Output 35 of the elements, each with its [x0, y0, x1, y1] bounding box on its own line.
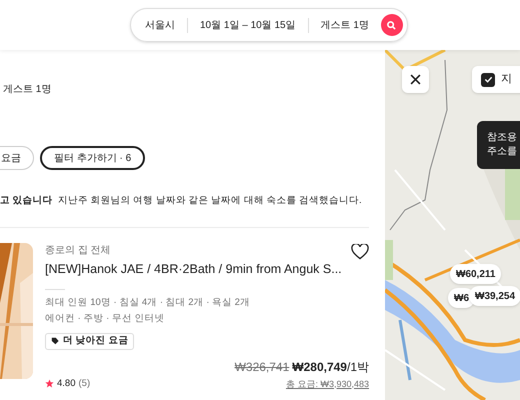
guests-field[interactable]: 게스트 1명 [308, 18, 381, 32]
badge-text: 더 낮아진 요금 [63, 334, 128, 348]
tag-icon [51, 337, 59, 345]
listing-type: 종로의 집 전체 [45, 244, 112, 258]
notice-text: 고 있습니다 지난주 회원님의 여행 날짜와 같은 날짜에 대해 숙소를 검색했습니다. [0, 194, 363, 208]
tooltip-text: 주소를 [487, 145, 518, 159]
checkbox[interactable] [481, 72, 495, 86]
per-night-text: /1박 [346, 358, 369, 376]
rating-text: 4.80 [57, 376, 76, 391]
filter-chip[interactable]: 필터 추가하기 · 6 [40, 146, 146, 170]
review-count: (5) [78, 376, 90, 391]
close-icon [410, 74, 421, 85]
toggle-label: 지 [501, 72, 512, 88]
heart-icon[interactable] [351, 244, 369, 260]
listing-title[interactable]: [NEW]Hanok JAE / 4BR·2Bath / 9min from Anguk S... [45, 260, 342, 279]
room-details: 최대 인원 10명 · 침실 4개 · 침대 2개 · 욕실 2개 [45, 296, 251, 310]
star-icon [45, 379, 54, 388]
dates-field[interactable]: 10월 1일 – 10월 15일 [188, 18, 309, 32]
check-icon [484, 75, 492, 84]
tooltip-text: 참조용 [487, 131, 518, 145]
map-panel[interactable]: 지 참조용 주소를 ₩60,211 ₩6 ₩39,254 [385, 50, 520, 400]
price-pin[interactable]: ₩39,254 [469, 286, 520, 306]
search-icon [387, 20, 396, 30]
original-price: ₩326,741 [234, 358, 290, 376]
amenities-text: 에어컨 · 주방 · 무선 인터넷 [45, 312, 166, 326]
total-price-link[interactable]: 총 요금: ₩3,930,483 [286, 378, 369, 391]
search-bar[interactable]: 서울시 10월 1일 – 10월 15일 게스트 1명 [130, 8, 408, 42]
filter-chip[interactable]: 요금 [0, 146, 34, 170]
search-summary: 게스트 1명 [3, 83, 52, 97]
map-toggle[interactable]: 지 [472, 66, 520, 93]
location-field[interactable]: 서울시 [145, 18, 188, 32]
close-button[interactable] [402, 66, 429, 93]
search-button[interactable] [380, 14, 403, 36]
price-pin[interactable]: ₩60,211 [450, 264, 502, 284]
discounted-price: ₩280,749 [292, 358, 347, 376]
